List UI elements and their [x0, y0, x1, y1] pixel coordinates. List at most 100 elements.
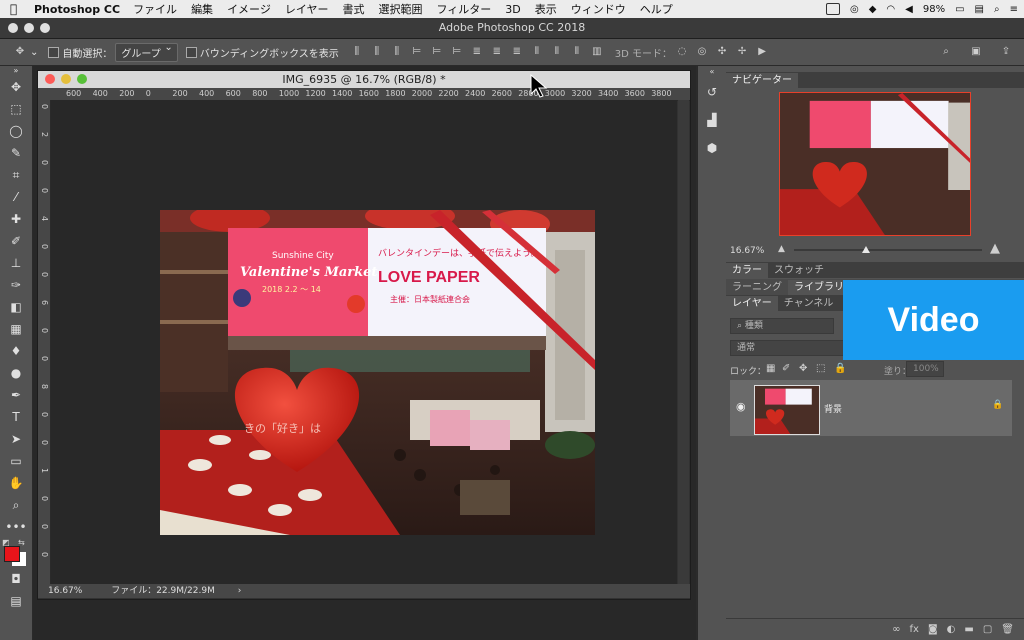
- dropbox-icon[interactable]: ◆: [869, 4, 877, 15]
- menu-filter[interactable]: フィルター: [437, 1, 492, 17]
- auto-select-checkbox[interactable]: [48, 46, 60, 58]
- history-brush-tool-icon[interactable]: ✑: [0, 274, 32, 296]
- add-mask-icon[interactable]: ◙: [928, 624, 938, 635]
- tab-learning[interactable]: ラーニング: [726, 280, 788, 295]
- lock-position-icon[interactable]: ✥: [799, 363, 807, 374]
- hand-tool-icon[interactable]: ✋: [0, 472, 32, 494]
- search-icon[interactable]: ⌕: [994, 4, 1000, 15]
- link-layers-icon[interactable]: ∞: [892, 624, 900, 635]
- brush-tool-icon[interactable]: ✐: [0, 230, 32, 252]
- distribute-bottom-icon[interactable]: ≣: [511, 46, 523, 58]
- layer-visibility-eye-icon[interactable]: ◉: [736, 400, 746, 413]
- lock-transparent-icon[interactable]: ▦: [766, 363, 775, 374]
- history-panel-icon[interactable]: ↺: [698, 78, 726, 106]
- minimize-window-button[interactable]: [24, 23, 34, 33]
- tab-navigator[interactable]: ナビゲーター: [726, 73, 798, 88]
- app-menu[interactable]: Photoshop CC: [34, 3, 120, 16]
- distribute-vcenter-icon[interactable]: ≣: [491, 46, 503, 58]
- lasso-tool-icon[interactable]: ◯: [0, 120, 32, 142]
- layer-row-background[interactable]: ◉ 背景 🔒: [730, 380, 1012, 436]
- menu-layer[interactable]: レイヤー: [285, 1, 329, 17]
- layer-name[interactable]: 背景: [824, 402, 842, 415]
- bounding-box-checkbox[interactable]: [185, 46, 197, 58]
- clone-stamp-tool-icon[interactable]: ⊥: [0, 252, 32, 274]
- vertical-ruler[interactable]: 0 2 0 0 4 0 0 6 0 0 8 0 0 1 0 0 0: [38, 100, 51, 584]
- canvas-area[interactable]: Sunshine City Valentine's Market 2018 2.…: [51, 100, 677, 584]
- fx-icon[interactable]: fx: [910, 624, 919, 635]
- vertical-scrollbar[interactable]: [678, 100, 689, 584]
- tab-channels[interactable]: チャンネル: [778, 296, 840, 311]
- align-hcenter-icon[interactable]: ⊨: [431, 46, 443, 58]
- align-bottom-icon[interactable]: ⫼: [391, 46, 403, 58]
- move-tool-icon[interactable]: ✥: [14, 46, 26, 58]
- menu-type[interactable]: 書式: [343, 1, 365, 17]
- path-select-tool-icon[interactable]: ➤: [0, 428, 32, 450]
- align-top-icon[interactable]: ⫼: [351, 46, 363, 58]
- align-right-icon[interactable]: ⊨: [451, 46, 463, 58]
- distribute-left-icon[interactable]: ⫴: [531, 46, 543, 58]
- navigator-slider-thumb[interactable]: [862, 246, 870, 253]
- layer-kind-filter[interactable]: ⌕ 種類: [730, 318, 834, 334]
- blend-mode-dropdown[interactable]: 通常: [730, 340, 848, 356]
- orbit-3d-icon[interactable]: ◌: [676, 46, 688, 58]
- distribute-top-icon[interactable]: ≣: [471, 46, 483, 58]
- doc-minimize-button[interactable]: [61, 74, 71, 84]
- menu-view[interactable]: 表示: [535, 1, 557, 17]
- doc-zoom-button[interactable]: [77, 74, 87, 84]
- new-group-icon[interactable]: ▬: [964, 624, 973, 635]
- move-tool-icon[interactable]: ✥: [0, 76, 32, 98]
- search-icon[interactable]: ⌕: [940, 46, 952, 58]
- doc-close-button[interactable]: [45, 74, 55, 84]
- photo-image[interactable]: Sunshine City Valentine's Market 2018 2.…: [160, 210, 595, 535]
- histogram-panel-icon[interactable]: ▟: [698, 106, 726, 134]
- zoom-out-mountain-icon[interactable]: ▲: [778, 244, 785, 254]
- screen-mode-icon[interactable]: ▤: [0, 590, 32, 612]
- eraser-tool-icon[interactable]: ◧: [0, 296, 32, 318]
- wifi-icon[interactable]: ◠: [886, 4, 895, 15]
- align-left-icon[interactable]: ⊨: [411, 46, 423, 58]
- status-zoom[interactable]: 16.67%: [48, 586, 82, 596]
- eyedropper-tool-icon[interactable]: ⁄: [0, 186, 32, 208]
- creative-cloud-icon[interactable]: ◎: [850, 4, 859, 15]
- screen-record-icon[interactable]: [825, 3, 840, 15]
- menu-help[interactable]: ヘルプ: [640, 1, 673, 17]
- delete-layer-icon[interactable]: 🗑: [1001, 624, 1014, 635]
- type-tool-icon[interactable]: T: [0, 406, 32, 428]
- menu-select[interactable]: 選択範囲: [379, 1, 423, 17]
- tab-color[interactable]: カラー: [726, 263, 768, 278]
- slide-3d-icon[interactable]: ✢: [736, 46, 748, 58]
- fill-input[interactable]: 100%: [906, 361, 944, 377]
- navigator-zoom[interactable]: 16.67%: [730, 246, 764, 256]
- blur-tool-icon[interactable]: ♦: [0, 340, 32, 362]
- healing-brush-tool-icon[interactable]: ✚: [0, 208, 32, 230]
- panel-collapse-icon[interactable]: «: [698, 66, 726, 78]
- auto-align-icon[interactable]: ▥: [591, 46, 603, 58]
- navigator-thumbnail[interactable]: [779, 92, 971, 236]
- zoom-in-mountain-icon[interactable]: ▲: [990, 241, 1000, 256]
- tools-collapse-icon[interactable]: »: [0, 66, 32, 76]
- lock-artboard-icon[interactable]: ⬚: [816, 363, 825, 374]
- ruler-origin[interactable]: [38, 88, 50, 100]
- crop-tool-icon[interactable]: ⌗: [0, 164, 32, 186]
- gradient-tool-icon[interactable]: ▦: [0, 318, 32, 340]
- distribute-right-icon[interactable]: ⫴: [571, 46, 583, 58]
- menu-edit[interactable]: 編集: [191, 1, 213, 17]
- lock-image-icon[interactable]: ✐: [782, 363, 790, 374]
- tool-preset-chevron-icon[interactable]: ⌄: [30, 47, 38, 58]
- zoom-tool-icon[interactable]: ⌕: [0, 494, 32, 516]
- menu-image[interactable]: イメージ: [227, 1, 271, 17]
- flag-icon[interactable]: ▤: [975, 4, 984, 15]
- dodge-tool-icon[interactable]: ●: [0, 362, 32, 384]
- lock-all-icon[interactable]: 🔒: [834, 363, 846, 374]
- quick-select-tool-icon[interactable]: ✎: [0, 142, 32, 164]
- adjustment-layer-icon[interactable]: ◐: [947, 624, 956, 635]
- camera-3d-icon[interactable]: ▶: [756, 46, 768, 58]
- apple-icon[interactable]: : [10, 2, 24, 16]
- new-layer-icon[interactable]: ▢: [983, 624, 992, 635]
- workspace-icon[interactable]: ▣: [970, 46, 982, 58]
- marquee-tool-icon[interactable]: ⬚: [0, 98, 32, 120]
- drag-3d-icon[interactable]: ✣: [716, 46, 728, 58]
- menu-list-icon[interactable]: ≡: [1010, 4, 1018, 15]
- shape-tool-icon[interactable]: ▭: [0, 450, 32, 472]
- quick-mask-icon[interactable]: ◘: [0, 568, 32, 590]
